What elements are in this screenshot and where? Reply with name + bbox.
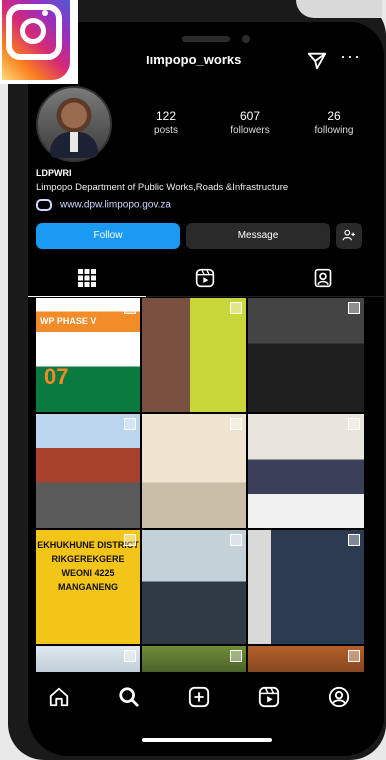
avatar[interactable] [36,86,112,162]
phone-screen: limpopo_works ··· 122 posts 607 follower… [28,22,384,756]
phone-frame: limpopo_works ··· 122 posts 607 follower… [8,0,386,760]
select-checkbox[interactable] [230,418,242,430]
posts-count: 122 [155,109,177,123]
post-thumbnail[interactable] [248,530,364,644]
bottom-navigation [28,672,384,722]
bio-link-text[interactable]: www.dpw.limpopo.gov.za [60,200,171,211]
post-thumbnail[interactable] [248,298,364,412]
tab-reels[interactable] [146,260,264,296]
post-thumbnail[interactable] [248,414,364,528]
background-decoration [296,0,382,18]
select-checkbox[interactable] [124,302,136,314]
following-stat[interactable]: 26 following [294,109,374,136]
post-thumbnail[interactable]: EKHUKHUNE DISTRICT RIKGEREKGERE WEONI 42… [36,530,140,644]
posts-stat[interactable]: 122 posts [126,109,206,136]
phone-notch [110,22,304,56]
bio-link[interactable]: www.dpw.limpopo.gov.za [36,199,171,211]
followers-stat[interactable]: 607 followers [210,109,290,136]
home-icon [49,687,69,707]
post-thumbnail[interactable]: WP PHASE V 07 [36,298,140,412]
following-label: following [314,125,354,136]
select-checkbox[interactable] [348,302,360,314]
nav-profile[interactable] [324,682,354,712]
select-checkbox[interactable] [124,534,136,546]
select-checkbox[interactable] [230,650,242,662]
reels-nav-icon [258,686,280,708]
tab-tagged[interactable] [264,260,382,296]
nav-reels[interactable] [254,682,284,712]
bio-name: LDPWRI [36,168,72,178]
instagram-logo-icon [0,0,78,84]
post-thumbnail[interactable] [142,298,246,412]
tab-grid[interactable] [28,260,146,297]
post-thumbnail[interactable] [36,414,140,528]
select-checkbox[interactable] [124,650,136,662]
nav-home[interactable] [44,682,74,712]
tagged-icon [314,268,332,288]
reels-icon [195,268,215,288]
following-count: 26 [327,109,341,123]
nav-create[interactable] [184,682,214,712]
select-checkbox[interactable] [230,534,242,546]
select-checkbox[interactable] [348,534,360,546]
post-overlay-text: EKHUKHUNE DISTRICT RIKGEREKGERE WEONI 42… [37,540,139,592]
post-thumbnail[interactable] [142,530,246,644]
add-user-icon [342,230,355,241]
followers-count: 607 [239,109,261,123]
profile-icon [328,686,350,708]
link-icon [36,199,52,211]
add-user-button[interactable] [336,223,362,249]
profile-tabs [28,260,384,297]
bio-description: Limpopo Department of Public Works,Roads… [36,182,289,193]
posts-label: posts [154,125,178,136]
select-checkbox[interactable] [124,418,136,430]
home-indicator[interactable] [142,738,272,742]
create-icon [188,686,210,708]
select-checkbox[interactable] [348,650,360,662]
post-overlay-number: 07 [44,364,69,389]
follow-button[interactable]: Follow [36,223,180,249]
post-overlay-title: WP PHASE V [40,316,97,326]
nav-search[interactable] [114,682,144,712]
select-checkbox[interactable] [230,302,242,314]
grid-icon [78,269,96,287]
message-button[interactable]: Message [186,223,330,249]
send-icon[interactable] [306,50,328,72]
search-icon [119,687,139,707]
select-checkbox[interactable] [348,418,360,430]
post-thumbnail[interactable] [142,414,246,528]
followers-label: followers [230,125,270,136]
more-icon[interactable]: ··· [340,46,361,67]
